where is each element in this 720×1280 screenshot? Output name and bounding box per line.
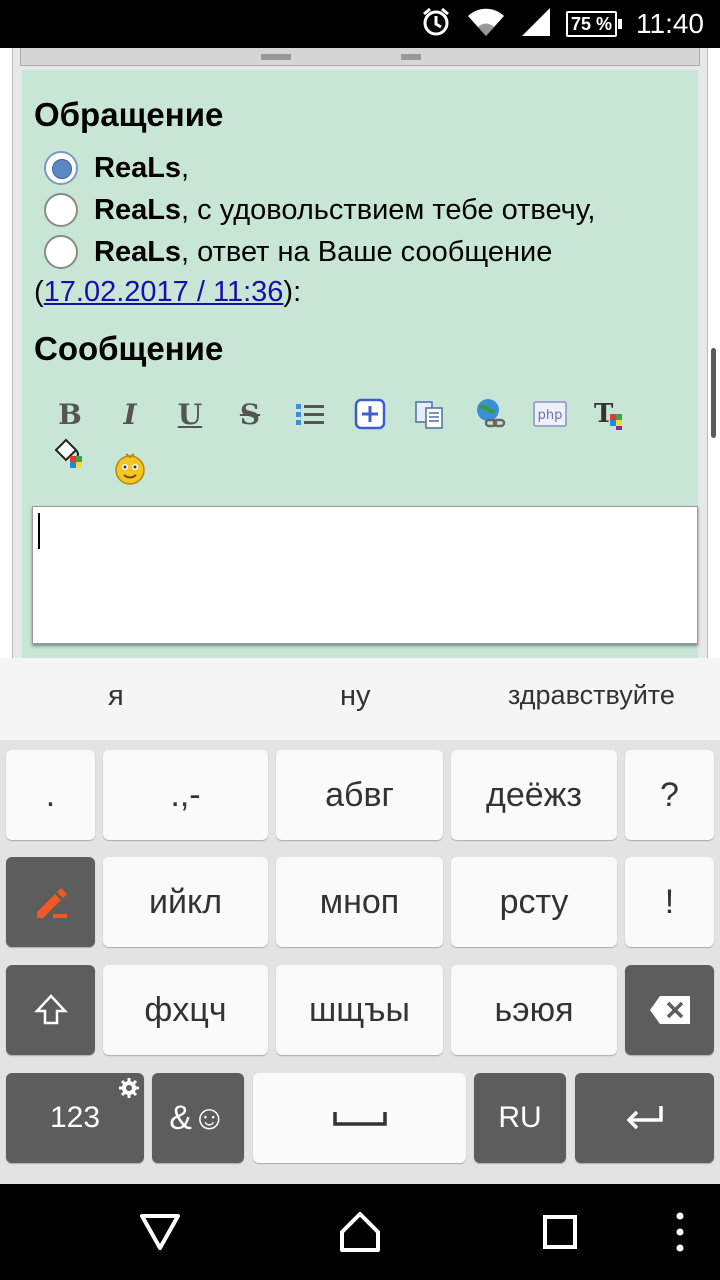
- backspace-key[interactable]: [625, 965, 714, 1055]
- list-icon: [296, 404, 324, 425]
- message-heading: Сообщение: [34, 330, 224, 367]
- smiley-icon: [115, 453, 145, 485]
- suggestion-3[interactable]: здравствуйте: [508, 680, 675, 711]
- space-key[interactable]: [253, 1073, 466, 1163]
- italic-button[interactable]: I: [100, 394, 160, 434]
- navigation-bar: [0, 1184, 720, 1280]
- signal-icon: [520, 6, 552, 43]
- numbers-key[interactable]: 123: [6, 1073, 144, 1163]
- address-option-3[interactable]: ReaLs, ответ на Ваше сообщение: [44, 234, 552, 270]
- underline-button[interactable]: U: [160, 394, 220, 434]
- key-punctuation[interactable]: .,-: [103, 750, 268, 840]
- radio-button[interactable]: [44, 193, 78, 227]
- key-mnop[interactable]: мноп: [276, 857, 443, 947]
- home-icon: [340, 1212, 380, 1252]
- battery-icon: 75 %: [565, 11, 622, 37]
- message-textarea[interactable]: [32, 506, 698, 644]
- back-button[interactable]: [130, 1202, 190, 1262]
- shift-icon: [33, 994, 68, 1025]
- background-color-button[interactable]: [40, 434, 100, 474]
- address-heading: Обращение: [34, 96, 224, 133]
- nick-label: ReaLs: [94, 235, 182, 268]
- recents-icon: [543, 1215, 577, 1249]
- option-text: ,: [181, 151, 190, 184]
- numbers-label: 123: [49, 1101, 101, 1134]
- bold-button[interactable]: B: [40, 394, 100, 434]
- spoiler-button[interactable]: [340, 394, 400, 434]
- clock: 11:40: [636, 8, 704, 39]
- battery-level: 75 %: [565, 11, 617, 37]
- key-iykl[interactable]: ийкл: [103, 857, 268, 947]
- key-deyozh[interactable]: деёжз: [451, 750, 617, 840]
- message-date-line: (17.02.2017 / 11:36):: [34, 276, 302, 308]
- more-vertical-icon: [676, 1212, 684, 1252]
- status-bar: 75 % 11:40: [0, 0, 720, 48]
- keyboard: . .,- абвг деёжз ? ийкл мноп рсту ! фхцч…: [0, 740, 720, 1184]
- backspace-icon: [649, 996, 690, 1024]
- key-rstu[interactable]: рсту: [451, 857, 617, 947]
- suggestion-2[interactable]: ну: [340, 680, 371, 713]
- key-exclamation[interactable]: !: [625, 857, 714, 947]
- handwriting-button[interactable]: [6, 857, 95, 947]
- language-label: RU: [498, 1101, 542, 1134]
- copy-icon: [415, 401, 443, 429]
- quote-button[interactable]: [400, 394, 460, 434]
- page-scrollbar[interactable]: [711, 348, 716, 438]
- radio-button-checked[interactable]: [44, 151, 78, 185]
- wifi-icon: [466, 6, 506, 43]
- link-button[interactable]: [460, 394, 520, 434]
- message-date-link[interactable]: 17.02.2017 / 11:36: [44, 276, 284, 308]
- php-icon: php: [533, 401, 567, 427]
- nick-label: ReaLs: [94, 151, 182, 184]
- paint-bucket-icon: [54, 438, 82, 468]
- bbcode-toolbar: B I U S php T: [40, 394, 680, 488]
- php-button[interactable]: php: [520, 394, 580, 434]
- key-fkhtsch[interactable]: фхцч: [103, 965, 268, 1055]
- key-period[interactable]: .: [6, 750, 95, 840]
- option-text: , ответ на Ваше сообщение: [181, 235, 553, 268]
- key-question[interactable]: ?: [625, 750, 714, 840]
- key-shshchy[interactable]: шщъы: [276, 965, 443, 1055]
- home-button[interactable]: [330, 1202, 390, 1262]
- svg-text:php: php: [538, 408, 563, 423]
- gear-icon: [119, 1078, 139, 1098]
- text-color-icon: T: [594, 399, 622, 430]
- suggestion-strip: я ну здравствуйте: [0, 658, 720, 740]
- shift-key[interactable]: [6, 965, 95, 1055]
- language-key[interactable]: RU: [474, 1073, 566, 1163]
- nick-label: ReaLs: [94, 193, 182, 226]
- strikethrough-button[interactable]: S: [220, 394, 280, 434]
- font-color-button[interactable]: T: [580, 394, 640, 434]
- key-abvg[interactable]: абвг: [276, 750, 443, 840]
- address-option-1[interactable]: ReaLs,: [44, 150, 189, 186]
- radio-button[interactable]: [44, 235, 78, 269]
- web-page: Обращение ReaLs, ReaLs, с удовольствием …: [0, 48, 720, 658]
- menu-button[interactable]: [650, 1202, 710, 1262]
- reply-form: Обращение ReaLs, ReaLs, с удовольствием …: [22, 70, 698, 658]
- emoji-key[interactable]: &☺: [152, 1073, 244, 1163]
- recents-button[interactable]: [530, 1202, 590, 1262]
- option-text: , с удовольствием тебе отвечу,: [181, 193, 596, 226]
- back-icon: [140, 1214, 180, 1250]
- form-header-bar: [20, 48, 700, 66]
- pencil-icon: [36, 888, 67, 918]
- space-icon: [332, 1112, 387, 1126]
- enter-key[interactable]: [575, 1073, 714, 1163]
- text-cursor: [38, 513, 40, 549]
- globe-link-icon: [477, 399, 506, 428]
- address-option-2[interactable]: ReaLs, с удовольствием тебе отвечу,: [44, 192, 595, 228]
- key-eyuya[interactable]: ьэюя: [451, 965, 617, 1055]
- alarm-icon: [420, 6, 452, 43]
- suggestion-1[interactable]: я: [108, 680, 124, 713]
- list-button[interactable]: [280, 394, 340, 434]
- enter-icon: [626, 1106, 663, 1130]
- plus-box-icon: [354, 398, 386, 430]
- smiley-button[interactable]: [100, 448, 160, 488]
